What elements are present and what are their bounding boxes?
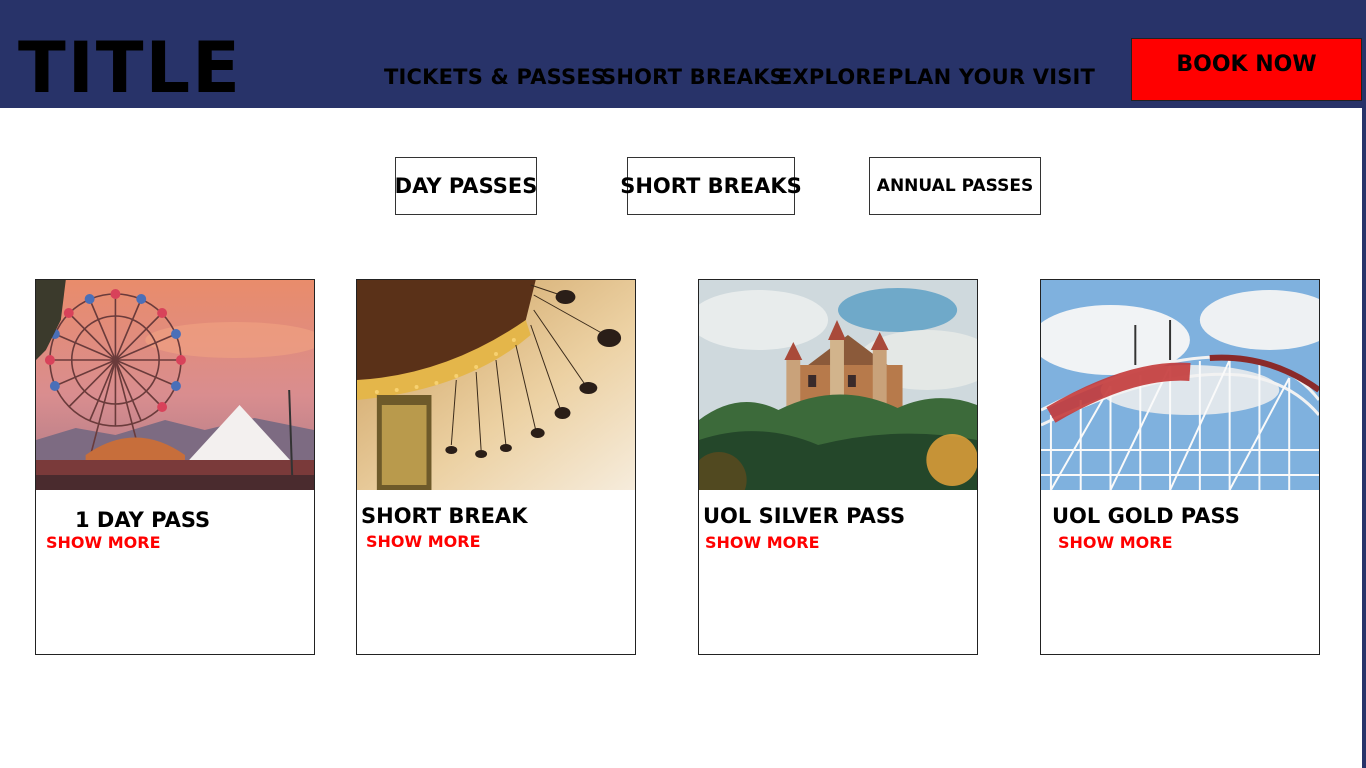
show-more-link[interactable]: SHOW MORE	[705, 533, 820, 553]
filter-day-passes[interactable]: DAY PASSES	[395, 157, 537, 215]
pass-card-1-day[interactable]: 1 DAY PASS SHOW MORE	[35, 279, 315, 655]
pass-card-silver[interactable]: UOL SILVER PASS SHOW MORE	[698, 279, 978, 655]
nav-tickets-passes[interactable]: TICKETS & PASSES	[384, 62, 606, 92]
site-logo[interactable]: TITLE	[18, 28, 242, 108]
card-title: SHORT BREAK	[361, 504, 528, 528]
pass-card-short-break[interactable]: SHORT BREAK SHOW MORE	[356, 279, 636, 655]
page-edge-rule	[1362, 108, 1366, 768]
card-title: 1 DAY PASS	[75, 508, 211, 532]
show-more-link[interactable]: SHOW MORE	[46, 533, 161, 553]
cyclone-coaster-image	[1041, 280, 1319, 490]
site-header: TITLE TICKETS & PASSES SHORT BREAKS EXPL…	[0, 0, 1366, 108]
castle-image	[699, 280, 977, 490]
swing-carousel-image	[357, 280, 635, 490]
ferris-wheel-image	[36, 280, 314, 490]
nav-explore[interactable]: EXPLORE	[778, 62, 886, 92]
nav-short-breaks[interactable]: SHORT BREAKS	[601, 62, 785, 92]
filter-annual-passes[interactable]: ANNUAL PASSES	[869, 157, 1041, 215]
nav-plan-your-visit[interactable]: PLAN YOUR VISIT	[888, 62, 1095, 92]
card-title: UOL GOLD PASS	[1052, 504, 1240, 528]
book-now-button[interactable]: BOOK NOW	[1131, 38, 1362, 101]
show-more-link[interactable]: SHOW MORE	[366, 532, 481, 552]
filter-short-breaks[interactable]: SHORT BREAKS	[620, 157, 802, 215]
show-more-link[interactable]: SHOW MORE	[1058, 533, 1173, 553]
pass-card-gold[interactable]: UOL GOLD PASS SHOW MORE	[1040, 279, 1320, 655]
card-title: UOL SILVER PASS	[703, 504, 906, 528]
